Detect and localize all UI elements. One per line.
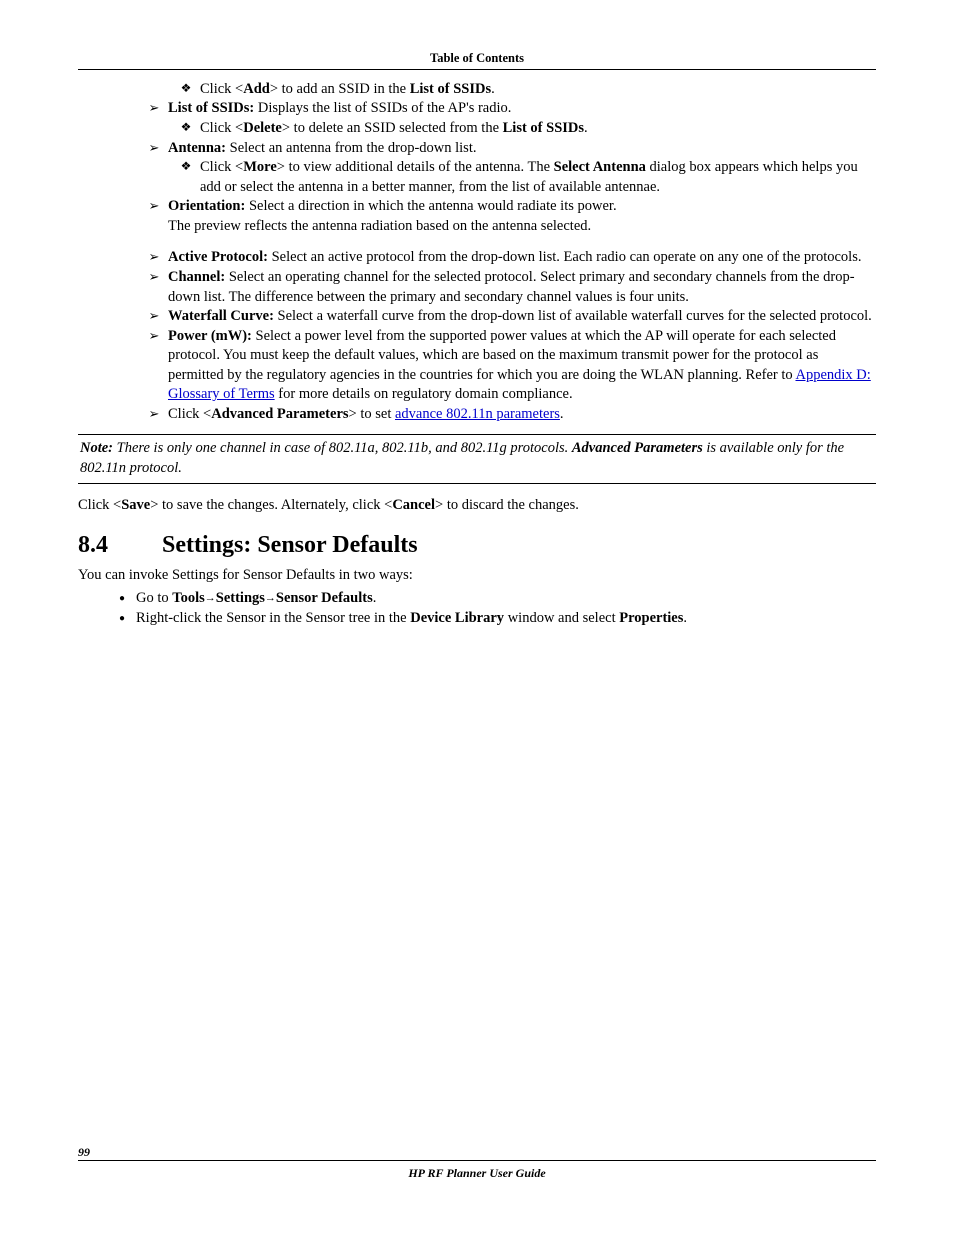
header-title: Table of Contents: [78, 50, 876, 69]
active-protocol-text: Active Protocol: Select an active protoc…: [168, 248, 876, 268]
arrow-icon: ➢: [140, 99, 168, 117]
item-add-ssid: ❖ Click <Add> to add an SSID in the List…: [78, 80, 876, 100]
page-footer: 99 HP RF Planner User Guide: [78, 1144, 876, 1181]
item-power: ➢ Power (mW): Select a power level from …: [78, 327, 876, 405]
section-title: Settings: Sensor Defaults: [162, 529, 418, 561]
arrow-icon: ➢: [140, 307, 168, 325]
advanced-params-text: Click <Advanced Parameters> to set advan…: [168, 405, 876, 425]
advance-80211n-link[interactable]: advance 802.11n parameters: [395, 406, 560, 422]
arrow-right-icon: →: [265, 591, 276, 606]
arrow-icon: ➢: [140, 248, 168, 266]
more-text: Click <More> to view additional details …: [200, 158, 876, 197]
item-orientation: ➢ Orientation: Select a direction in whi…: [78, 197, 876, 236]
footer-title: HP RF Planner User Guide: [78, 1165, 876, 1181]
item-more: ❖ Click <More> to view additional detail…: [78, 158, 876, 197]
item-waterfall: ➢ Waterfall Curve: Select a waterfall cu…: [78, 307, 876, 327]
item-advanced-params: ➢ Click <Advanced Parameters> to set adv…: [78, 405, 876, 425]
arrow-icon: ➢: [140, 327, 168, 345]
section-heading: 8.4 Settings: Sensor Defaults: [78, 529, 876, 561]
diamond-icon: ❖: [172, 80, 200, 96]
invoke-list: ● Go to Tools→Settings→Sensor Defaults. …: [78, 589, 876, 628]
arrow-icon: ➢: [140, 139, 168, 157]
diamond-icon: ❖: [172, 119, 200, 135]
item-antenna: ➢ Antenna: Select an antenna from the dr…: [78, 139, 876, 159]
waterfall-text: Waterfall Curve: Select a waterfall curv…: [168, 307, 876, 327]
orientation-text: Orientation: Select a direction in which…: [168, 197, 876, 236]
header-divider: [78, 69, 876, 70]
item-list-ssids: ➢ List of SSIDs: Displays the list of SS…: [78, 99, 876, 119]
antenna-text: Antenna: Select an antenna from the drop…: [168, 139, 876, 159]
footer-divider: [78, 1160, 876, 1161]
arrow-icon: ➢: [140, 268, 168, 286]
diamond-icon: ❖: [172, 158, 200, 174]
goto-text: Go to Tools→Settings→Sensor Defaults.: [136, 589, 876, 609]
section-number: 8.4: [78, 529, 162, 561]
list-ssids-text: List of SSIDs: Displays the list of SSID…: [168, 99, 876, 119]
bullet-icon: ●: [108, 589, 136, 606]
page-number: 99: [78, 1144, 876, 1160]
item-goto: ● Go to Tools→Settings→Sensor Defaults.: [78, 589, 876, 609]
arrow-right-icon: →: [205, 591, 216, 606]
section-intro: You can invoke Settings for Sensor Defau…: [78, 566, 876, 586]
add-ssid-text: Click <Add> to add an SSID in the List o…: [200, 80, 876, 100]
item-delete-ssid: ❖ Click <Delete> to delete an SSID selec…: [78, 119, 876, 139]
arrow-icon: ➢: [140, 405, 168, 423]
note-box: Note: There is only one channel in case …: [78, 434, 876, 483]
item-active-protocol: ➢ Active Protocol: Select an active prot…: [78, 248, 876, 268]
item-right-click: ● Right-click the Sensor in the Sensor t…: [78, 609, 876, 629]
arrow-icon: ➢: [140, 197, 168, 215]
power-text: Power (mW): Select a power level from th…: [168, 327, 876, 405]
right-click-text: Right-click the Sensor in the Sensor tre…: [136, 609, 876, 629]
channel-text: Channel: Select an operating channel for…: [168, 268, 876, 307]
content-list: ❖ Click <Add> to add an SSID in the List…: [78, 80, 876, 425]
item-channel: ➢ Channel: Select an operating channel f…: [78, 268, 876, 307]
bullet-icon: ●: [108, 609, 136, 626]
delete-ssid-text: Click <Delete> to delete an SSID selecte…: [200, 119, 876, 139]
save-cancel-para: Click <Save> to save the changes. Altern…: [78, 496, 876, 516]
